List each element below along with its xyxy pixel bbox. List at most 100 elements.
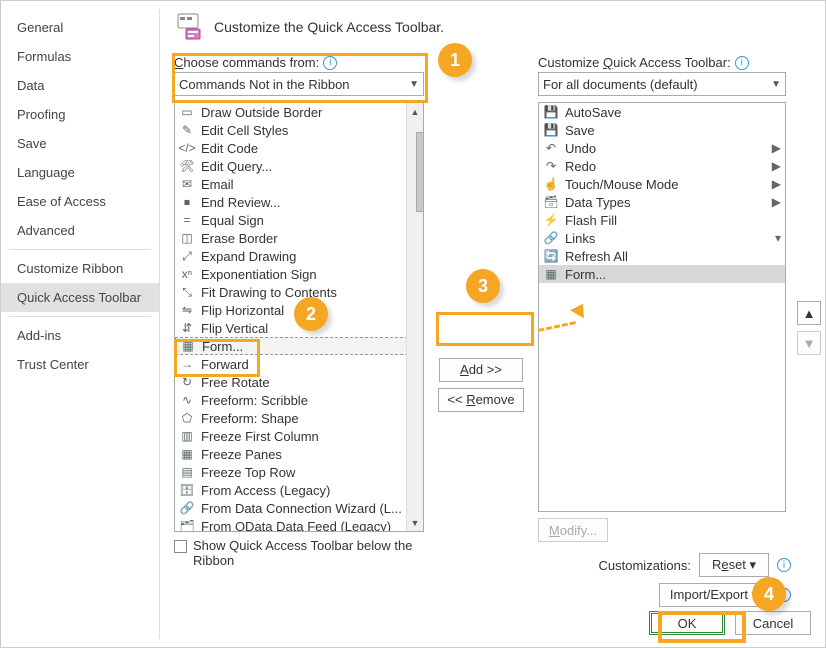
list-item-label: Equal Sign <box>201 213 264 228</box>
reset-button[interactable]: Reset ▾ <box>699 553 769 577</box>
command-icon: 💾 <box>543 104 559 120</box>
list-item-label: Form... <box>202 339 243 354</box>
list-item[interactable]: </>Edit Code <box>175 139 423 157</box>
command-icon: ↻ <box>179 374 195 390</box>
remove-button[interactable]: << Remove <box>438 388 523 412</box>
list-item-label: Erase Border <box>201 231 278 246</box>
command-icon: 🗄 <box>179 482 195 498</box>
command-icon: ▦ <box>180 338 196 354</box>
list-item[interactable]: ⚡Flash Fill <box>539 211 785 229</box>
list-item[interactable]: 🔗From Data Connection Wizard (L... <box>175 499 423 517</box>
list-item-label: Forward <box>201 357 249 372</box>
command-icon: 🗂 <box>179 518 195 532</box>
checkbox[interactable] <box>174 540 187 553</box>
list-item[interactable]: ▥Freeze First Column <box>175 427 423 445</box>
choose-commands-select[interactable]: Commands Not in the Ribbon ▼ <box>174 72 424 96</box>
customize-qat-label: Customize Quick Access Toolbar: <box>538 55 731 70</box>
list-item[interactable]: 🔄Refresh All <box>539 247 785 265</box>
sidebar-item-ease[interactable]: Ease of Access <box>1 187 159 216</box>
sidebar-item-customize-ribbon[interactable]: Customize Ribbon <box>1 254 159 283</box>
list-item-label: Flash Fill <box>565 213 617 228</box>
command-icon: 🛠 <box>179 158 195 174</box>
checkbox-label: Show Quick Access Toolbar below theRibbo… <box>193 538 412 568</box>
submenu-icon: ▾ <box>775 231 781 245</box>
qat-scope-select[interactable]: For all documents (default) ▼ <box>538 72 786 96</box>
callout-1: 1 <box>438 43 472 77</box>
list-item[interactable]: ☝Touch/Mouse Mode▶ <box>539 175 785 193</box>
list-item-label: Free Rotate <box>201 375 270 390</box>
list-item[interactable]: xⁿExponentiation Sign <box>175 265 423 283</box>
list-item[interactable]: ↷Redo▶ <box>539 157 785 175</box>
list-item[interactable]: 🛠Edit Query... <box>175 157 423 175</box>
list-item[interactable]: 🗃Data Types▶ <box>539 193 785 211</box>
list-item[interactable]: 🗂 From OData Data Feed (Legacy) <box>175 517 423 532</box>
list-item[interactable]: ⏹End Review... <box>175 193 423 211</box>
cancel-button[interactable]: Cancel <box>735 611 811 635</box>
list-item[interactable]: ✉Email <box>175 175 423 193</box>
list-item[interactable]: =Equal Sign <box>175 211 423 229</box>
info-icon[interactable]: i <box>735 56 749 70</box>
page-title: Customize the Quick Access Toolbar. <box>214 19 444 35</box>
list-item[interactable]: ▦ Form... <box>539 265 785 283</box>
list-item[interactable]: ⬠Freeform: Shape <box>175 409 423 427</box>
list-item-label: From Access (Legacy) <box>201 483 330 498</box>
list-item[interactable]: ▦Freeze Panes <box>175 445 423 463</box>
scroll-down-icon[interactable]: ▼ <box>407 514 423 531</box>
list-item[interactable]: ⤡Fit Drawing to Contents <box>175 283 423 301</box>
list-item[interactable]: ⤢Expand Drawing <box>175 247 423 265</box>
list-item-label: From OData Data Feed (Legacy) <box>201 519 391 533</box>
sidebar-item-general[interactable]: General <box>1 13 159 42</box>
list-item[interactable]: ▦ Form... <box>175 337 423 355</box>
list-item[interactable]: ✎Edit Cell Styles <box>175 121 423 139</box>
list-item[interactable]: ↻ Free Rotate <box>175 373 423 391</box>
callout-4: 4 <box>752 577 786 611</box>
info-icon[interactable]: i <box>323 56 337 70</box>
chevron-down-icon: ▼ <box>409 79 419 90</box>
command-icon: ▦ <box>543 266 559 282</box>
list-item[interactable]: ◫Erase Border <box>175 229 423 247</box>
list-item[interactable]: 💾AutoSave <box>539 103 785 121</box>
sidebar: General Formulas Data Proofing Save Lang… <box>1 1 159 647</box>
sidebar-item-formulas[interactable]: Formulas <box>1 42 159 71</box>
list-item-label: Touch/Mouse Mode <box>565 177 678 192</box>
command-icon: ⤢ <box>179 248 195 264</box>
list-item-label: From Data Connection Wizard (L... <box>201 501 402 516</box>
ok-button[interactable]: OK <box>649 611 725 635</box>
list-item-label: Form... <box>565 267 606 282</box>
list-item-label: Links <box>565 231 595 246</box>
list-item-label: Data Types <box>565 195 631 210</box>
command-icon: ▤ <box>179 464 195 480</box>
sidebar-item-language[interactable]: Language <box>1 158 159 187</box>
move-up-button[interactable]: ▲ <box>797 301 821 325</box>
command-icon: ∿ <box>179 392 195 408</box>
command-icon: ⏹ <box>179 194 195 210</box>
command-icon: </> <box>179 140 195 156</box>
scroll-thumb[interactable] <box>416 132 424 212</box>
sidebar-item-advanced[interactable]: Advanced <box>1 216 159 245</box>
info-icon[interactable]: i <box>777 558 791 572</box>
sidebar-item-data[interactable]: Data <box>1 71 159 100</box>
submenu-icon: ▶ <box>772 141 781 155</box>
command-icon: ⤡ <box>179 284 195 300</box>
submenu-icon: ▶ <box>772 177 781 191</box>
sidebar-item-proofing[interactable]: Proofing <box>1 100 159 129</box>
list-item[interactable]: ▤ Freeze Top Row <box>175 463 423 481</box>
scroll-up-icon[interactable]: ▲ <box>407 103 423 120</box>
sidebar-item-trust[interactable]: Trust Center <box>1 350 159 379</box>
callout-2: 2 <box>294 297 328 331</box>
list-item[interactable]: ↶Undo▶ <box>539 139 785 157</box>
scrollbar[interactable]: ▲ ▼ <box>406 103 423 531</box>
command-icon: → <box>179 356 195 372</box>
show-below-ribbon-row[interactable]: Show Quick Access Toolbar below theRibbo… <box>174 538 424 568</box>
sidebar-item-addins[interactable]: Add-ins <box>1 321 159 350</box>
list-item[interactable]: ∿Freeform: Scribble <box>175 391 423 409</box>
list-item-label: Freeze Top Row <box>201 465 295 480</box>
list-item[interactable]: → Forward <box>175 355 423 373</box>
list-item[interactable]: 💾Save <box>539 121 785 139</box>
add-button[interactable]: Add >> <box>439 358 523 382</box>
list-item[interactable]: 🗄 From Access (Legacy) <box>175 481 423 499</box>
list-item[interactable]: ▭Draw Outside Border <box>175 103 423 121</box>
sidebar-item-qat[interactable]: Quick Access Toolbar <box>1 283 159 312</box>
sidebar-item-save[interactable]: Save <box>1 129 159 158</box>
list-item[interactable]: 🔗Links▾ <box>539 229 785 247</box>
